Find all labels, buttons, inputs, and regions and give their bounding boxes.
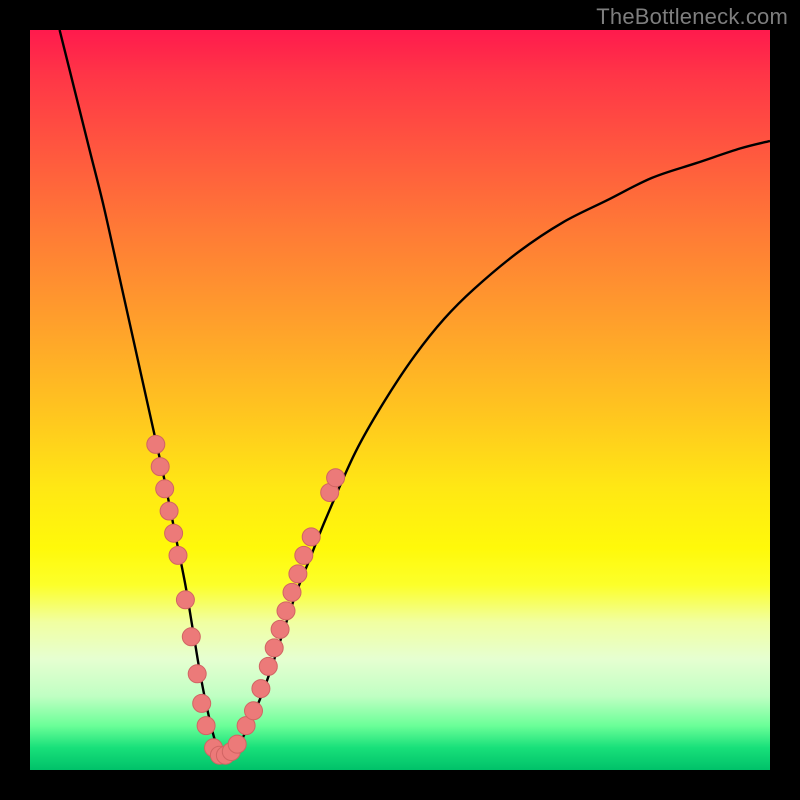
curve-marker [147,435,165,453]
plot-area [30,30,770,770]
chart-svg [30,30,770,770]
curve-marker [156,480,174,498]
curve-marker [228,735,246,753]
curve-marker [245,702,263,720]
curve-marker [160,502,178,520]
curve-marker [302,528,320,546]
bottleneck-curve [60,30,770,757]
chart-frame: TheBottleneck.com [0,0,800,800]
curve-marker [188,665,206,683]
curve-marker [327,469,345,487]
curve-marker [289,565,307,583]
curve-marker [193,694,211,712]
watermark-text: TheBottleneck.com [596,4,788,30]
curve-marker [283,583,301,601]
curve-markers [147,435,345,764]
curve-marker [182,628,200,646]
curve-marker [151,458,169,476]
curve-marker [295,546,313,564]
curve-marker [252,680,270,698]
curve-marker [259,657,277,675]
curve-marker [271,620,289,638]
curve-marker [169,546,187,564]
curve-marker [165,524,183,542]
curve-marker [176,591,194,609]
curve-marker [277,602,295,620]
curve-marker [265,639,283,657]
curve-marker [197,717,215,735]
